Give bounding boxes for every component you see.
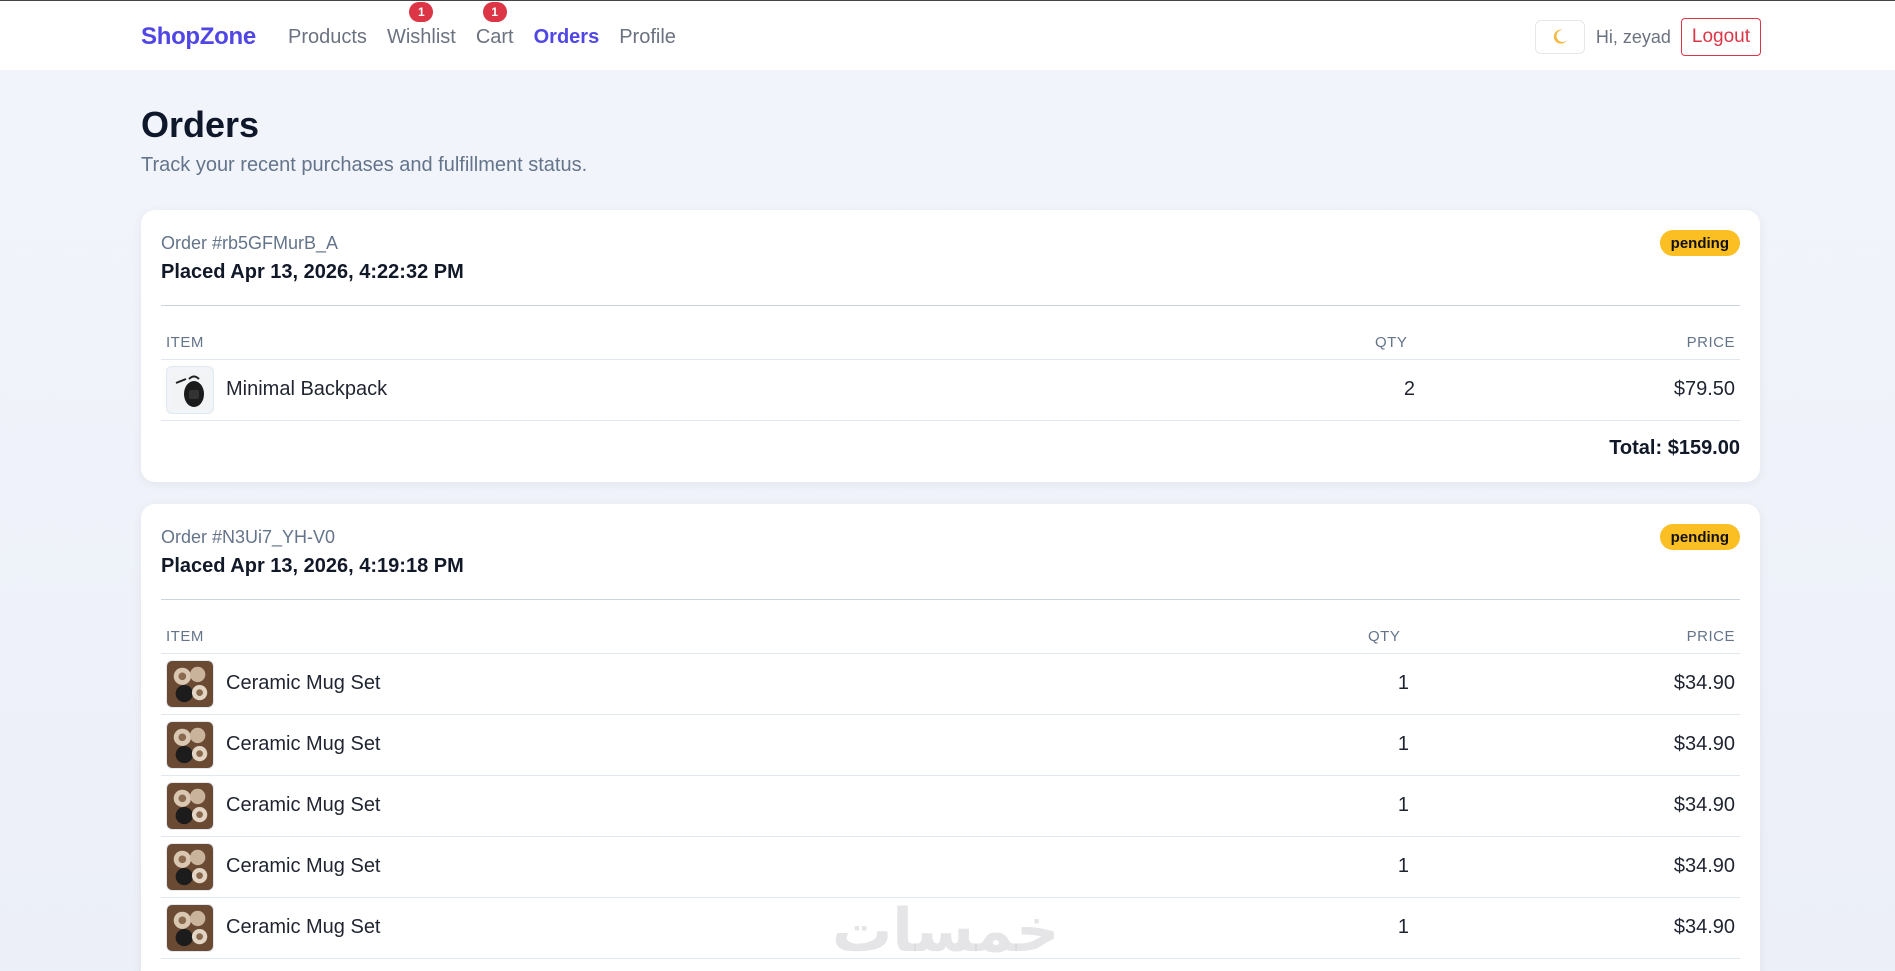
product-thumbnail (166, 904, 214, 952)
product-thumbnail (166, 782, 214, 830)
table-row: Minimal Backpack 2 $79.50 (161, 360, 1740, 421)
item-qty: 2 (1403, 378, 1415, 400)
item-qty: 1 (1397, 855, 1409, 877)
product-thumbnail (166, 721, 214, 769)
item-qty: 1 (1397, 794, 1409, 816)
order-id: Order #N3Ui7_YH-V0 (161, 527, 336, 547)
mug-set-image (167, 905, 213, 951)
product-thumbnail (166, 366, 214, 414)
wishlist-count-badge: 1 (409, 2, 434, 22)
product-thumbnail (166, 843, 214, 891)
column-header-qty: QTY (1375, 334, 1408, 351)
nav-link-products[interactable]: Products (288, 26, 367, 49)
column-header-qty: QTY (1368, 628, 1401, 645)
moon-icon (1553, 29, 1567, 44)
item-qty: 1 (1397, 916, 1409, 938)
mug-set-image (167, 661, 213, 707)
nav-link-orders[interactable]: Orders (534, 26, 600, 49)
mug-set-image (167, 722, 213, 768)
item-name[interactable]: Ceramic Mug Set (226, 794, 381, 817)
order-card: Order #rb5GFMurB_A Placed Apr 13, 2026, … (141, 210, 1760, 482)
brand-logo[interactable]: ShopZone (141, 23, 256, 51)
user-greeting: Hi, zeyad (1595, 26, 1671, 47)
item-name[interactable]: Minimal Backpack (226, 378, 387, 401)
nav-link-label: Cart (475, 26, 514, 48)
item-price: $34.90 (1673, 794, 1735, 816)
item-price: $34.90 (1673, 916, 1735, 938)
order-placed-date: Placed Apr 13, 2026, 4:19:18 PM (161, 555, 464, 577)
table-row: Ceramic Mug Set 1 $34.90 (161, 654, 1740, 715)
table-header-row: ITEM QTY PRICE (161, 600, 1740, 654)
order-id: Order #rb5GFMurB_A (161, 233, 339, 253)
nav-link-label: Products (288, 26, 367, 48)
logout-button[interactable]: Logout (1680, 18, 1761, 56)
nav-link-label: Profile (619, 26, 676, 48)
item-qty: 1 (1397, 672, 1409, 694)
item-price: $79.50 (1673, 378, 1735, 400)
status-badge: pending (1659, 524, 1740, 550)
page-subtitle: Track your recent purchases and fulfillm… (141, 154, 588, 176)
nav-link-label: Wishlist (386, 26, 456, 48)
item-price: $34.90 (1673, 855, 1735, 877)
order-items-table: ITEM QTY PRICE Minimal Backpack 2 $79.50 (161, 306, 1740, 421)
column-header-item: ITEM (166, 334, 204, 351)
item-price: $34.90 (1673, 672, 1735, 694)
mug-set-image (167, 844, 213, 890)
page-title: Orders (141, 104, 260, 145)
table-row: Ceramic Mug Set 1 $34.90 (161, 776, 1740, 837)
item-name[interactable]: Ceramic Mug Set (226, 916, 381, 939)
item-name[interactable]: Ceramic Mug Set (226, 855, 381, 878)
order-total: Total: $159.00 (1609, 437, 1740, 459)
item-name[interactable]: Ceramic Mug Set (226, 672, 381, 695)
nav-link-cart[interactable]: 1 Cart (475, 2, 514, 49)
table-header-row: ITEM QTY PRICE (161, 306, 1740, 360)
theme-toggle-button[interactable] (1534, 20, 1585, 54)
table-row: Ceramic Mug Set 1 $34.90 (161, 715, 1740, 776)
column-header-price: PRICE (1686, 628, 1735, 645)
table-row: Ceramic Mug Set 1 $34.90 (161, 837, 1740, 898)
nav-link-wishlist[interactable]: 1 Wishlist (386, 2, 456, 49)
backpack-image (170, 370, 210, 410)
nav-link-label: Orders (533, 26, 600, 48)
watermark: خمسات (832, 896, 1060, 966)
product-thumbnail (166, 660, 214, 708)
status-badge: pending (1659, 230, 1740, 256)
item-name[interactable]: Ceramic Mug Set (226, 733, 381, 756)
item-qty: 1 (1397, 733, 1409, 755)
nav-user-area: Hi, zeyad Logout (1534, 18, 1761, 56)
mug-set-image (167, 783, 213, 829)
order-placed-date: Placed Apr 13, 2026, 4:22:32 PM (161, 261, 464, 283)
column-header-price: PRICE (1686, 334, 1735, 351)
column-header-item: ITEM (166, 628, 204, 645)
cart-count-badge: 1 (482, 2, 507, 22)
nav-links: Products 1 Wishlist 1 Cart Orders Profil… (288, 2, 696, 49)
item-price: $34.90 (1673, 733, 1735, 755)
nav-link-profile[interactable]: Profile (619, 26, 676, 49)
top-navbar: ShopZone Products 1 Wishlist 1 Cart Orde… (0, 1, 1895, 70)
